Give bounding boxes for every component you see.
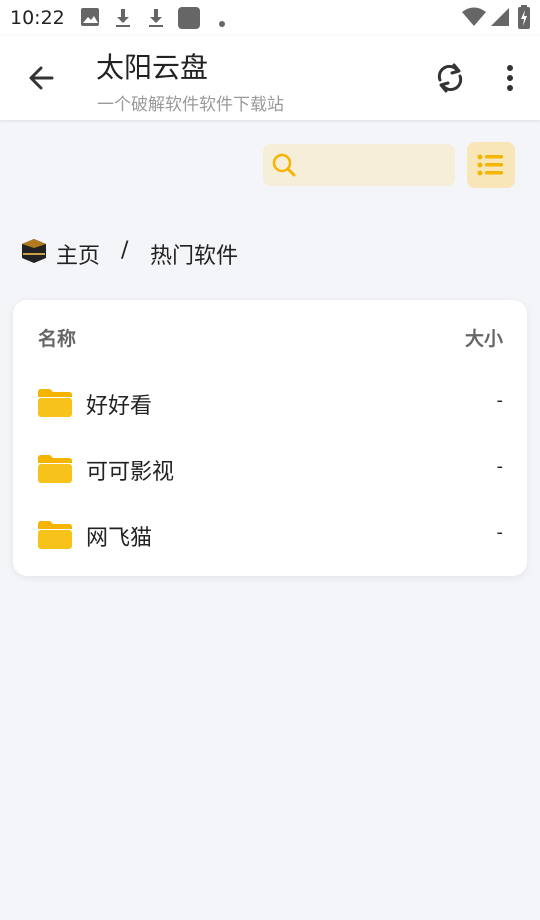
list-icon — [477, 154, 503, 176]
file-row[interactable]: 网飞猫 - — [13, 506, 527, 562]
status-time: 10:22 — [10, 7, 65, 29]
home-logo-icon — [22, 239, 46, 263]
refresh-button[interactable] — [432, 60, 468, 96]
file-name: 可可影视 — [86, 460, 175, 485]
folder-icon — [38, 389, 72, 417]
list-view-toggle[interactable] — [467, 142, 515, 188]
file-name: 好好看 — [86, 394, 153, 419]
image-icon — [80, 7, 100, 31]
folder-icon — [38, 521, 72, 549]
wifi-icon — [462, 7, 486, 31]
file-size: - — [496, 456, 504, 477]
breadcrumb: 主页 / 热门软件 — [20, 234, 420, 270]
page-title: 太阳云盘 — [96, 51, 209, 84]
file-size: - — [496, 522, 504, 543]
status-bar: 10:22 — [0, 0, 540, 36]
breadcrumb-current: 热门软件 — [150, 244, 239, 269]
more-options-button[interactable] — [496, 60, 524, 96]
app-notification-icon — [178, 7, 200, 33]
page-subtitle: 一个破解软件软件下载站 — [97, 95, 284, 115]
file-row[interactable]: 好好看 - — [13, 374, 527, 430]
folder-icon — [38, 455, 72, 483]
battery-icon — [518, 5, 530, 33]
breadcrumb-home[interactable]: 主页 — [56, 238, 100, 270]
file-size: - — [496, 390, 504, 411]
download-icon — [113, 7, 133, 33]
app-bar: 太阳云盘 一个破解软件软件下载站 — [0, 36, 540, 120]
refresh-icon — [437, 63, 463, 93]
file-list: 名称 大小 好好看 - 可可影视 - 网飞猫 - — [13, 300, 527, 576]
signal-icon — [490, 7, 510, 31]
search-box[interactable] — [263, 144, 455, 186]
column-header-name[interactable]: 名称 — [38, 324, 76, 351]
file-row[interactable]: 可可影视 - — [13, 440, 527, 496]
column-header-size[interactable]: 大小 — [465, 324, 503, 351]
breadcrumb-separator: / — [121, 238, 129, 263]
file-name: 网飞猫 — [86, 526, 153, 551]
more-vertical-icon — [507, 65, 513, 91]
back-button[interactable] — [22, 58, 62, 98]
dot-icon — [218, 13, 226, 32]
download-icon — [146, 7, 166, 33]
search-input[interactable] — [303, 150, 447, 180]
arrow-left-icon — [29, 66, 54, 90]
search-icon — [272, 153, 296, 177]
